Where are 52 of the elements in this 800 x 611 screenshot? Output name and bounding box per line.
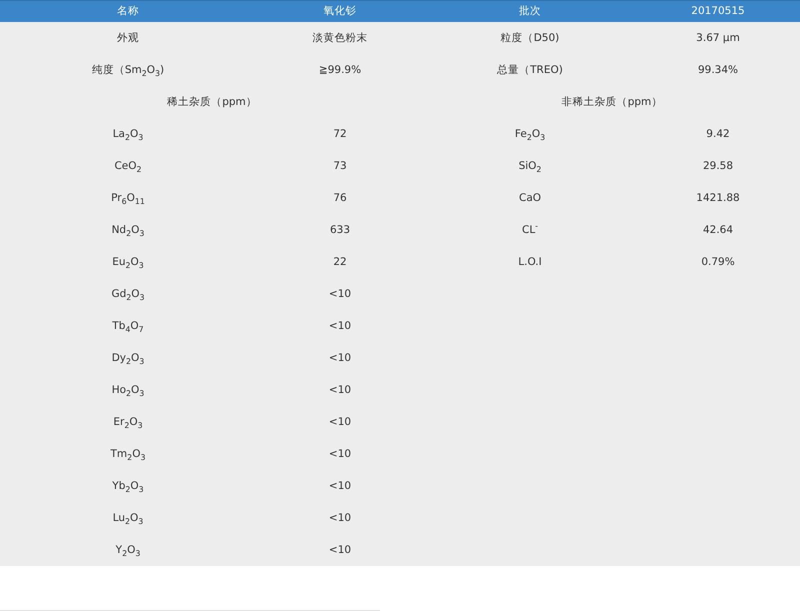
- table-cell: 9.42: [706, 128, 730, 140]
- table-cell: 0.79%: [701, 256, 735, 268]
- table-cell: La$_{2}$O$_{3}$: [112, 128, 144, 140]
- table-cell: <10: [328, 448, 352, 460]
- table-cell: Dy$_{2}$O$_{3}$: [112, 352, 144, 364]
- table-cell: 633: [330, 224, 350, 236]
- table-cell: <10: [328, 288, 352, 300]
- table-cell: 73: [333, 160, 347, 172]
- table-cell: <10: [328, 544, 352, 556]
- table-cell: 总量（TREO): [497, 64, 563, 76]
- table-cell: 1421.88: [696, 192, 740, 204]
- table-cell: 99.34%: [698, 64, 738, 76]
- table-cell: 外观: [117, 32, 139, 44]
- table-cell: Nd$_{2}$O$_{3}$: [112, 224, 144, 236]
- table-cell: 29.58: [702, 160, 734, 172]
- table-cell: 72: [333, 128, 347, 140]
- table-cell: CeO$_{2}$: [114, 160, 142, 172]
- table-cell: 42.64: [702, 224, 734, 236]
- table-cell: Tb$_{4}$O$_{7}$: [112, 320, 144, 332]
- table-cell: <10: [328, 480, 352, 492]
- table-cell: 76: [333, 192, 347, 204]
- table-cell: <10: [328, 512, 352, 524]
- table-cell: Tm$_{2}$O$_{3}$: [110, 448, 146, 460]
- table-cell: ≧99.9%: [318, 64, 362, 76]
- table-cell: Ho$_{2}$O$_{3}$: [112, 384, 144, 396]
- table-cell: 纯度（Sm$_{2}$O$_{3}$): [92, 64, 164, 76]
- header-cell: 批次: [519, 5, 541, 18]
- table-cell: Pr$_{6}$O$_{11}$: [111, 192, 145, 204]
- header-cell: 氧化钐: [324, 5, 356, 18]
- table-cell: CaO: [518, 192, 542, 204]
- table-cell: Y$_{2}$O$_{3}$: [116, 544, 140, 556]
- table-cell: <10: [328, 416, 352, 428]
- table-cell: 粒度（D50): [500, 32, 560, 44]
- section-heading: 稀土杂质（ppm）: [167, 96, 257, 108]
- table-cell: <10: [328, 384, 352, 396]
- table-cell: Eu$_{2}$O$_{3}$: [112, 256, 144, 268]
- table-cell: L.O.I: [518, 256, 542, 268]
- header-cell: 20170515: [691, 5, 745, 18]
- table-cell: <10: [328, 352, 352, 364]
- table-cell: Er$_{2}$O$_{3}$: [113, 416, 143, 428]
- header-cell: 名称: [117, 5, 139, 18]
- table-cell: <10: [328, 320, 352, 332]
- table-cell: 22: [333, 256, 347, 268]
- table-cell: Fe$_{2}$O$_{3}$: [514, 128, 546, 140]
- table-cell: Yb$_{2}$O$_{3}$: [112, 480, 144, 492]
- table-cell: Gd$_{2}$O$_{3}$: [111, 288, 145, 300]
- section-heading: 非稀土杂质（ppm）: [562, 96, 662, 108]
- table-cell: 淡黄色粉末: [312, 32, 368, 44]
- table-cell: SiO$_{2}$: [518, 160, 542, 172]
- table-cell: Lu$_{2}$O$_{3}$: [112, 512, 144, 524]
- table-cell: 3.67 μm: [696, 32, 740, 44]
- table-cell: CL$^{-}$: [522, 224, 538, 236]
